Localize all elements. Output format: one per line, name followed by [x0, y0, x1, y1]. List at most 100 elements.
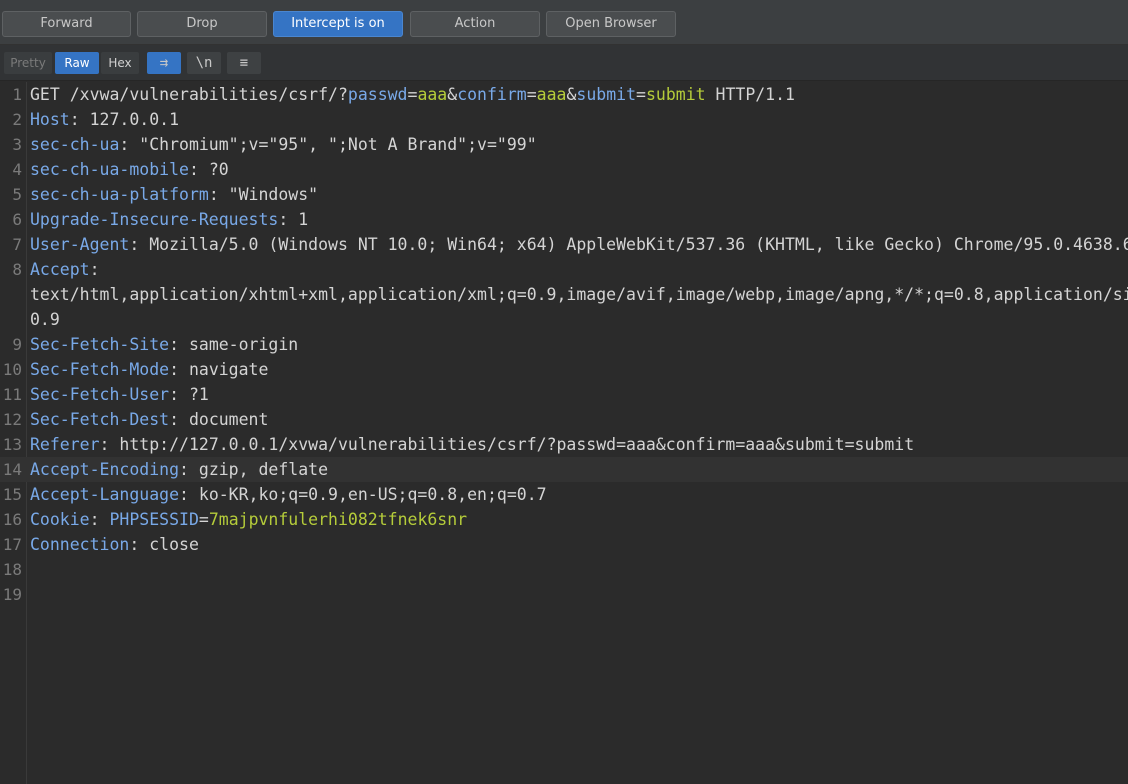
header-value: & [447, 85, 458, 104]
header-name: Sec-Fetch-Site [30, 335, 170, 354]
message-view-bar: Pretty Raw Hex ⇉ \n ≡ [0, 45, 1128, 81]
param-value: aaa [417, 85, 448, 104]
drop-button[interactable]: Drop [137, 11, 267, 37]
open-browser-button[interactable]: Open Browser [546, 11, 676, 37]
line-number: 7 [12, 235, 22, 254]
line-content: GET /xvwa/vulnerabilities/csrf/?passwd=a… [30, 82, 795, 107]
line-content: User-Agent: Mozilla/5.0 (Windows NT 10.0… [30, 232, 1128, 257]
request-line: text/html,application/xhtml+xml,applicat… [0, 282, 1128, 307]
line-number: 5 [12, 185, 22, 204]
line-number: 15 [2, 485, 22, 504]
line-content: Sec-Fetch-Site: same-origin [30, 332, 298, 357]
header-value: : ?0 [188, 160, 229, 179]
header-name: Accept-Language [30, 485, 180, 504]
header-value: = [636, 85, 646, 104]
header-value: & [566, 85, 577, 104]
line-number: 14 [2, 460, 22, 479]
param-value: submit [645, 85, 706, 104]
header-name: Sec-Fetch-Dest [30, 410, 170, 429]
tab-hex[interactable]: Hex [101, 52, 139, 74]
request-line: 3 sec-ch-ua: "Chromium";v="95", ";Not A B… [0, 132, 1128, 157]
line-number: 1 [12, 85, 22, 104]
header-value: GET /xvwa/vulnerabilities/csrf/? [30, 85, 348, 104]
header-name: Sec-Fetch-User [30, 385, 170, 404]
line-number: 12 [2, 410, 22, 429]
word-wrap-icon[interactable]: ⇉ [147, 52, 181, 74]
request-line: 2 Host: 127.0.0.1 [0, 107, 1128, 132]
header-value: : navigate [169, 360, 269, 379]
line-content: Sec-Fetch-Dest: document [30, 407, 268, 432]
header-value: : 127.0.0.1 [69, 110, 180, 129]
header-value: : ?1 [169, 385, 209, 404]
line-content: Host: 127.0.0.1 [30, 107, 179, 132]
line-content: sec-ch-ua-platform: "Windows" [30, 182, 318, 207]
header-name: Accept [30, 260, 90, 279]
line-number: 4 [12, 160, 22, 179]
header-value: : close [129, 535, 199, 554]
request-line: 8 Accept: [0, 257, 1128, 282]
header-value: : 1 [278, 210, 309, 229]
line-content: 0.9 [30, 307, 60, 332]
line-number: 18 [2, 560, 22, 579]
request-line: 17 Connection: close [0, 532, 1128, 557]
param-value: aaa [536, 85, 567, 104]
request-editor[interactable]: 1 GET /xvwa/vulnerabilities/csrf/?passwd=… [0, 82, 1128, 784]
header-name: Host [30, 110, 70, 129]
line-content: Sec-Fetch-User: ?1 [30, 382, 209, 407]
header-value: : [89, 260, 100, 279]
line-content: text/html,application/xhtml+xml,applicat… [30, 282, 1128, 307]
request-line: 9 Sec-Fetch-Site: same-origin [0, 332, 1128, 357]
header-value: = [526, 85, 537, 104]
header-name: Connection [30, 535, 130, 554]
header-value: 0.9 [30, 310, 60, 329]
line-content: Referer: http://127.0.0.1/xvwa/vulnerabi… [30, 432, 914, 457]
line-number: 6 [12, 210, 22, 229]
action-button[interactable]: Action [410, 11, 540, 37]
request-line: 6 Upgrade-Insecure-Requests: 1 [0, 207, 1128, 232]
forward-button[interactable]: Forward [2, 11, 131, 37]
header-name: Cookie [30, 510, 90, 529]
header-value: : "Chromium";v="95", ";Not A Brand";v="9… [119, 135, 537, 154]
tab-pretty[interactable]: Pretty [4, 52, 52, 74]
tab-raw[interactable]: Raw [55, 52, 99, 74]
request-line: 0.9 [0, 307, 1128, 332]
line-number: 2 [12, 110, 22, 129]
request-line: 19 [0, 582, 1128, 607]
line-content: Upgrade-Insecure-Requests: 1 [30, 207, 308, 232]
show-newlines-icon[interactable]: \n [187, 52, 221, 74]
header-value: = [407, 85, 418, 104]
request-line: 11 Sec-Fetch-User: ?1 [0, 382, 1128, 407]
intercept-toolbar: Forward Drop Intercept is on Action Open… [0, 0, 1128, 45]
header-name: Referer [30, 435, 100, 454]
header-name: PHPSESSID [109, 510, 199, 529]
line-content: Connection: close [30, 532, 199, 557]
header-value: : http://127.0.0.1/xvwa/vulnerabilities/… [99, 435, 915, 454]
header-name: passwd [347, 85, 408, 104]
header-value: : [89, 510, 110, 529]
request-line: 4 sec-ch-ua-mobile: ?0 [0, 157, 1128, 182]
line-content: Accept-Language: ko-KR,ko;q=0.9,en-US;q=… [30, 482, 547, 507]
request-line: 1 GET /xvwa/vulnerabilities/csrf/?passwd=… [0, 82, 1128, 107]
header-name: sec-ch-ua [30, 135, 120, 154]
header-value: : same-origin [169, 335, 299, 354]
line-content: Accept-Encoding: gzip, deflate [30, 457, 328, 482]
header-name: submit [576, 85, 637, 104]
header-name: Accept-Encoding [30, 460, 180, 479]
header-name: sec-ch-ua-platform [30, 185, 209, 204]
request-line: 7 User-Agent: Mozilla/5.0 (Windows NT 10.… [0, 232, 1128, 257]
header-value: : document [169, 410, 269, 429]
line-number: 3 [12, 135, 22, 154]
request-line: 15 Accept-Language: ko-KR,ko;q=0.9,en-US;… [0, 482, 1128, 507]
header-value: = [198, 510, 209, 529]
intercept-toggle-button[interactable]: Intercept is on [273, 11, 403, 37]
header-value: : Mozilla/5.0 (Windows NT 10.0; Win64; x… [129, 235, 1128, 254]
request-line: 12 Sec-Fetch-Dest: document [0, 407, 1128, 432]
line-number: 11 [2, 385, 22, 404]
header-value: HTTP/1.1 [705, 85, 795, 104]
header-value: text/html,application/xhtml+xml,applicat… [30, 285, 1128, 304]
line-content: Accept: [30, 257, 100, 282]
options-menu-icon[interactable]: ≡ [227, 52, 261, 74]
line-number: 8 [12, 260, 22, 279]
line-content: sec-ch-ua-mobile: ?0 [30, 157, 229, 182]
request-line: 10 Sec-Fetch-Mode: navigate [0, 357, 1128, 382]
